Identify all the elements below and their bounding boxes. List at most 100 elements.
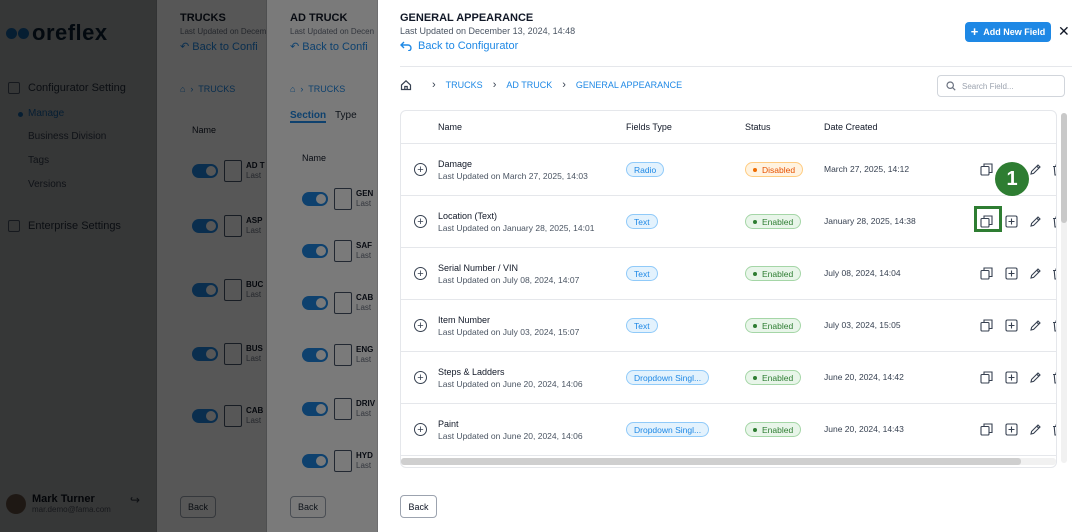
table-row[interactable]: CAB Last [192, 405, 263, 427]
expand-row-icon[interactable]: + [414, 215, 427, 228]
table-row[interactable]: + Paint Last Updated on June 20, 2024, 14:… [401, 404, 1056, 456]
adtruck-back-link[interactable]: ↶ Back to Confi [290, 40, 368, 53]
search-box[interactable] [937, 75, 1065, 97]
sidebar-item-versions[interactable]: Versions [28, 179, 66, 190]
expand-row-icon[interactable]: + [414, 267, 427, 280]
table-row[interactable]: + Serial Number / VIN Last Updated on July… [401, 248, 1056, 300]
delete-icon[interactable] [1050, 370, 1056, 384]
table-row[interactable]: ASP Last [192, 215, 262, 237]
back-arrow-icon [400, 41, 412, 51]
copy-icon[interactable] [979, 422, 993, 436]
table-row[interactable]: GEN Last [302, 188, 373, 210]
edit-icon[interactable] [1028, 422, 1042, 436]
breadcrumb-ad-truck[interactable]: AD TRUCK [506, 80, 552, 90]
document-icon [334, 240, 352, 262]
expand-row-icon[interactable]: + [414, 163, 427, 176]
add-new-field-button[interactable]: + Add New Field [965, 22, 1051, 42]
toggle-switch[interactable] [192, 164, 218, 178]
table-row[interactable]: SAF Last [302, 240, 372, 262]
expand-row-icon[interactable]: + [414, 371, 427, 384]
toggle-switch[interactable] [192, 347, 218, 361]
sidebar-item-business-division[interactable]: Business Division [28, 131, 106, 142]
vertical-scrollbar[interactable] [1061, 113, 1067, 463]
edit-icon[interactable] [1028, 266, 1042, 280]
add-icon[interactable] [1004, 422, 1018, 436]
sidebar-item-manage[interactable]: Manage [17, 108, 64, 119]
table-row[interactable]: ENG Last [302, 344, 373, 366]
step-badge: 1 [995, 162, 1029, 196]
delete-icon[interactable] [1050, 318, 1056, 332]
trucks-panel: TRUCKS Last Updated on Decemb ↶ Back to … [157, 0, 267, 532]
table-row[interactable]: AD T Last [192, 160, 265, 182]
copy-icon[interactable] [979, 370, 993, 384]
table-row[interactable]: + Damage Last Updated on March 27, 2025, 1… [401, 144, 1056, 196]
trucks-col-name: Name [192, 125, 217, 135]
adtruck-breadcrumb[interactable]: ⌂ › TRUCKS [290, 84, 345, 94]
table-row[interactable]: BUC Last [192, 279, 263, 301]
table-row[interactable]: DRIV Last [302, 398, 375, 420]
toggle-switch[interactable] [192, 283, 218, 297]
sidebar: oreflex Configurator Setting Manage Busi… [0, 0, 157, 532]
trucks-title: TRUCKS [180, 12, 226, 24]
trucks-back-button[interactable]: Back [180, 496, 216, 518]
breadcrumb-general-appearance[interactable]: GENERAL APPEARANCE [576, 80, 682, 90]
add-icon[interactable] [1004, 266, 1018, 280]
toggle-switch[interactable] [302, 244, 328, 258]
add-icon[interactable] [1004, 318, 1018, 332]
table-row[interactable]: BUS Last [192, 343, 263, 365]
highlight-box [974, 206, 1002, 232]
toggle-switch[interactable] [192, 219, 218, 233]
toggle-switch[interactable] [302, 402, 328, 416]
table-row[interactable]: + Steps & Ladders Last Updated on June 20,… [401, 352, 1056, 404]
add-icon[interactable] [1004, 214, 1018, 228]
back-button[interactable]: Back [400, 495, 437, 518]
copy-icon[interactable] [979, 162, 993, 176]
toggle-switch[interactable] [302, 192, 328, 206]
home-icon[interactable] [400, 79, 412, 91]
search-input[interactable] [962, 81, 1058, 91]
chevron-right-icon: › [432, 79, 436, 91]
field-name: Steps & Ladders Last Updated on June 20, … [438, 367, 583, 389]
edit-icon[interactable] [1028, 214, 1042, 228]
copy-icon[interactable] [979, 318, 993, 332]
table-row[interactable]: + Item Number Last Updated on July 03, 202… [401, 300, 1056, 352]
logout-icon[interactable]: ↪ [130, 493, 140, 507]
status-badge: Enabled [745, 214, 802, 229]
expand-row-icon[interactable]: + [414, 319, 427, 332]
table-row[interactable]: + Location (Text) Last Updated on January … [401, 196, 1056, 248]
add-icon[interactable] [1004, 370, 1018, 384]
user-name: Mark Turner [32, 493, 95, 505]
delete-icon[interactable] [1050, 422, 1056, 436]
delete-icon[interactable] [1050, 266, 1056, 280]
user-profile[interactable]: Mark Turner mar.demo@fama.com [6, 493, 111, 514]
chevron-right-icon: › [492, 79, 497, 91]
edit-icon[interactable] [1028, 162, 1042, 176]
sidebar-group-configurator[interactable]: Configurator Setting [8, 82, 126, 94]
sidebar-item-tags[interactable]: Tags [28, 155, 49, 166]
date-created: June 20, 2024, 14:43 [824, 424, 904, 434]
tab-section[interactable]: Section [290, 110, 327, 123]
tab-type[interactable]: Type [335, 110, 357, 121]
breadcrumb-trucks[interactable]: TRUCKS [446, 80, 483, 90]
sidebar-group-enterprise[interactable]: Enterprise Settings [8, 220, 121, 232]
trucks-back-link[interactable]: ↶ Back to Confi [180, 40, 258, 53]
adtruck-back-button[interactable]: Back [290, 496, 326, 518]
col-status: Status [745, 122, 771, 132]
toggle-switch[interactable] [302, 296, 328, 310]
table-row[interactable]: HYD Last [302, 450, 373, 472]
edit-icon[interactable] [1028, 318, 1042, 332]
table-row[interactable]: CAB Last [302, 292, 373, 314]
edit-icon[interactable] [1028, 370, 1042, 384]
delete-icon[interactable] [1050, 162, 1056, 176]
copy-icon[interactable] [979, 266, 993, 280]
expand-row-icon[interactable]: + [414, 423, 427, 436]
close-icon[interactable]: ✕ [1058, 23, 1070, 40]
toggle-switch[interactable] [302, 454, 328, 468]
toggle-switch[interactable] [192, 409, 218, 423]
delete-icon[interactable] [1050, 214, 1056, 228]
back-to-configurator-link[interactable]: Back to Configurator [400, 40, 518, 52]
horizontal-scrollbar[interactable] [401, 458, 1056, 465]
trucks-breadcrumb[interactable]: ⌂ › TRUCKS [180, 84, 235, 94]
col-name: Name [438, 122, 463, 132]
toggle-switch[interactable] [302, 348, 328, 362]
